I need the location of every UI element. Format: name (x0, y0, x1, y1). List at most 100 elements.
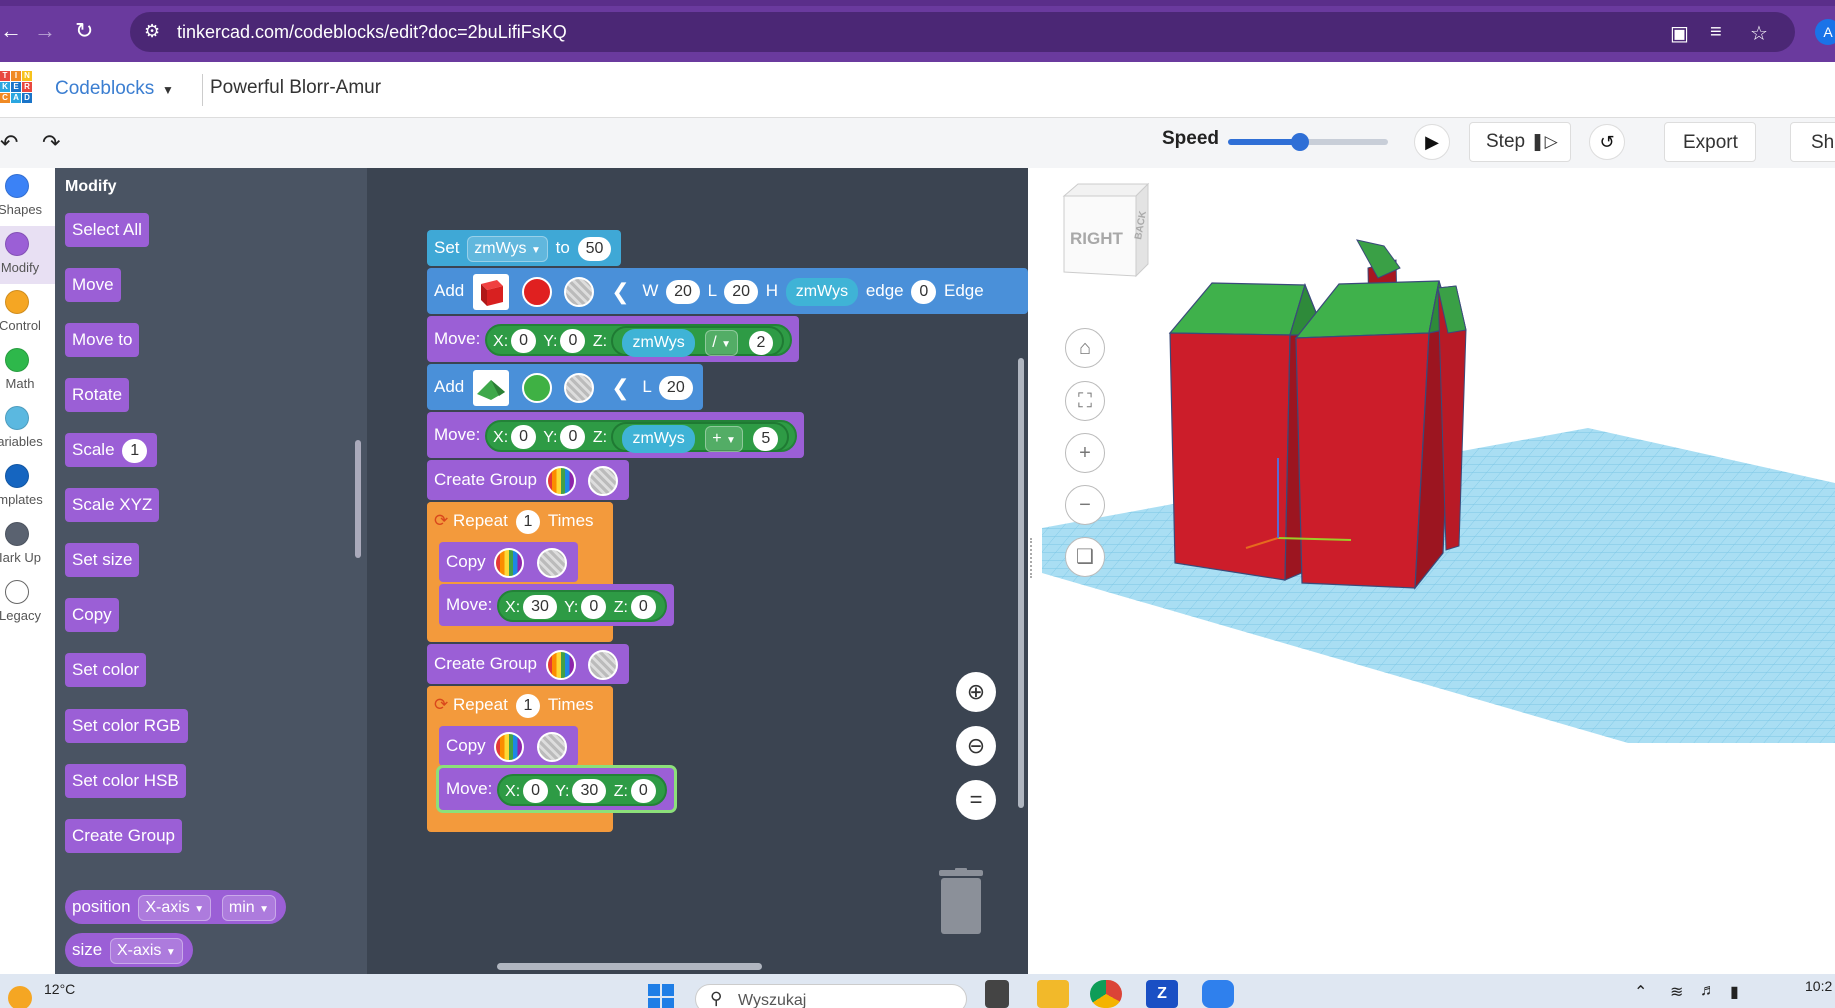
palette-block-size[interactable]: size X-axis ▼ (65, 933, 193, 967)
length-value[interactable]: 20 (724, 279, 759, 304)
palette-block-position[interactable]: position X-axis ▼ min ▼ (65, 890, 287, 924)
viewcube[interactable]: RIGHT BACK (1056, 174, 1156, 284)
hole-toggle[interactable] (588, 649, 619, 680)
move-block[interactable]: Move: X: 0 Y: 0 Z: zmWys + ▼ 5 (427, 412, 805, 458)
operand-value[interactable]: 2 (748, 331, 774, 356)
category-variables[interactable]: ariables (0, 400, 55, 458)
url-text[interactable]: tinkercad.com/codeblocks/edit?doc=2buLif… (177, 22, 567, 43)
zoom-out-button[interactable]: ⊖ (956, 726, 996, 766)
category-markup[interactable]: Iark Up (0, 516, 55, 574)
color-swatch-red[interactable] (521, 276, 552, 307)
palette-block-move-to[interactable]: Move to (65, 323, 140, 357)
3d-viewport[interactable]: RIGHT BACK ⌂ ⛶ + − ❑ (1028, 168, 1835, 974)
viewport-zoom-out-button[interactable]: − (1065, 485, 1105, 525)
y-value[interactable]: 0 (560, 425, 586, 450)
color-swatch-green[interactable] (521, 372, 552, 403)
add-box-block[interactable]: Add ❮ W 20 L 20 H zmWys edge 0 Edge (427, 268, 1028, 314)
block-value[interactable]: 50 (577, 236, 612, 261)
palette-block-scale[interactable]: Scale 1 (65, 433, 158, 467)
trash-icon[interactable] (937, 868, 985, 936)
y-value[interactable]: 0 (560, 329, 586, 354)
zoom-app-icon[interactable]: Z (1146, 980, 1178, 1008)
chevron-up-icon[interactable]: ⌃ (1634, 982, 1647, 1002)
redo-icon[interactable]: ↷ (42, 130, 60, 156)
task-view-icon[interactable] (985, 980, 1009, 1008)
step-button[interactable]: Step ❚▷ (1469, 122, 1571, 162)
set-variable-block[interactable]: Set zmWys ▼ to 50 (427, 230, 622, 266)
address-bar[interactable]: ⚙ tinkercad.com/codeblocks/edit?doc=2buL… (130, 12, 1795, 52)
z-value[interactable]: 0 (630, 779, 656, 804)
palette-block-scale-xyz[interactable]: Scale XYZ (65, 488, 160, 522)
collapse-arrow-icon[interactable]: ❮ (611, 269, 629, 315)
taskbar-search[interactable]: ⚲ Wyszukaj (695, 984, 967, 1008)
move-block[interactable]: Move: X: 0 Y: 0 Z: zmWys / ▼ 2 (427, 316, 800, 362)
mode-dropdown[interactable]: min ▼ (221, 894, 277, 921)
y-value[interactable]: 30 (572, 779, 607, 804)
operator-dropdown[interactable]: / ▼ (705, 330, 739, 357)
edge-value[interactable]: 0 (911, 279, 937, 304)
copy-block[interactable]: Copy (439, 542, 579, 582)
mode-selector[interactable]: Codeblocks (55, 78, 154, 100)
star-icon[interactable]: ☆ (1750, 21, 1768, 46)
project-name[interactable]: Powerful Blorr-Amur (210, 77, 381, 99)
site-settings-icon[interactable]: ⚙ (144, 21, 160, 42)
multicolor-swatch[interactable] (494, 547, 525, 578)
wifi-icon[interactable]: ≋ (1670, 982, 1683, 1002)
palette-block-set-size[interactable]: Set size (65, 543, 140, 577)
palette-block-create-group[interactable]: Create Group (65, 819, 182, 853)
height-variable[interactable]: zmWys (785, 277, 859, 306)
multicolor-swatch[interactable] (494, 731, 525, 762)
x-value[interactable]: 0 (511, 329, 537, 354)
move-block-selected[interactable]: Move: X: 0 Y: 30 Z: 0 (439, 768, 674, 810)
play-button[interactable]: ▶ (1414, 124, 1450, 160)
palette-block-copy[interactable]: Copy (65, 598, 119, 632)
z-variable[interactable]: zmWys (622, 425, 695, 454)
y-value[interactable]: 0 (581, 595, 607, 620)
tinkercad-logo[interactable]: T I N K E R C A D (0, 71, 32, 113)
x-value[interactable]: 30 (523, 595, 557, 620)
axis-dropdown[interactable]: X-axis ▼ (138, 894, 212, 921)
length-value[interactable]: 20 (658, 375, 693, 400)
workspace-vertical-scrollbar[interactable] (1018, 358, 1024, 808)
category-templates[interactable]: mplates (0, 458, 55, 516)
palette-scrollbar[interactable] (355, 440, 361, 558)
workspace-horizontal-scrollbar[interactable] (497, 963, 762, 970)
share-button[interactable]: Sha (1790, 122, 1835, 162)
repeat-count[interactable]: 1 (515, 693, 541, 718)
clock[interactable]: 10:2 (1805, 978, 1832, 994)
create-group-block[interactable]: Create Group (427, 644, 630, 684)
variable-dropdown[interactable]: zmWys ▼ (467, 235, 548, 262)
export-button[interactable]: Export (1664, 122, 1756, 162)
category-math[interactable]: Math (0, 342, 55, 400)
category-modify[interactable]: Modify (0, 226, 55, 284)
x-value[interactable]: 0 (511, 425, 537, 450)
speed-slider-handle[interactable] (1291, 133, 1309, 151)
width-value[interactable]: 20 (666, 279, 700, 304)
file-explorer-icon[interactable] (1037, 980, 1069, 1008)
math-expression[interactable]: zmWys + ▼ 5 (611, 422, 790, 454)
multicolor-swatch[interactable] (545, 649, 576, 680)
roof-shape-thumbnail[interactable] (472, 369, 509, 406)
category-shapes[interactable]: Shapes (0, 168, 55, 226)
repeat-count[interactable]: 1 (515, 509, 541, 534)
palette-block-move[interactable]: Move (65, 268, 121, 302)
hole-toggle[interactable] (564, 276, 595, 307)
volume-icon[interactable]: ♬ (1700, 982, 1716, 1000)
windows-start-icon[interactable] (646, 982, 676, 1008)
arrow-left-icon[interactable]: ← (0, 20, 22, 42)
undo-icon[interactable]: ↶ (0, 130, 18, 156)
z-variable[interactable]: zmWys (622, 329, 695, 358)
reset-button[interactable]: ↺ (1589, 124, 1625, 160)
zoom-reset-button[interactable]: = (956, 780, 996, 820)
operand-value[interactable]: 5 (753, 427, 779, 452)
repeat-block[interactable]: ⟳ Repeat 1 Times (427, 686, 613, 724)
palette-block-set-color-hsb[interactable]: Set color HSB (65, 764, 186, 798)
battery-icon[interactable]: ▮ (1730, 982, 1739, 1002)
temperature[interactable]: 12°C (44, 981, 75, 997)
fit-view-button[interactable]: ⛶ (1065, 381, 1105, 421)
hole-toggle[interactable] (537, 547, 568, 578)
install-app-icon[interactable]: ▣ (1670, 21, 1689, 46)
profile-avatar[interactable]: A (1815, 19, 1835, 45)
hole-toggle[interactable] (537, 731, 568, 762)
perspective-toggle-button[interactable]: ❑ (1065, 537, 1105, 577)
